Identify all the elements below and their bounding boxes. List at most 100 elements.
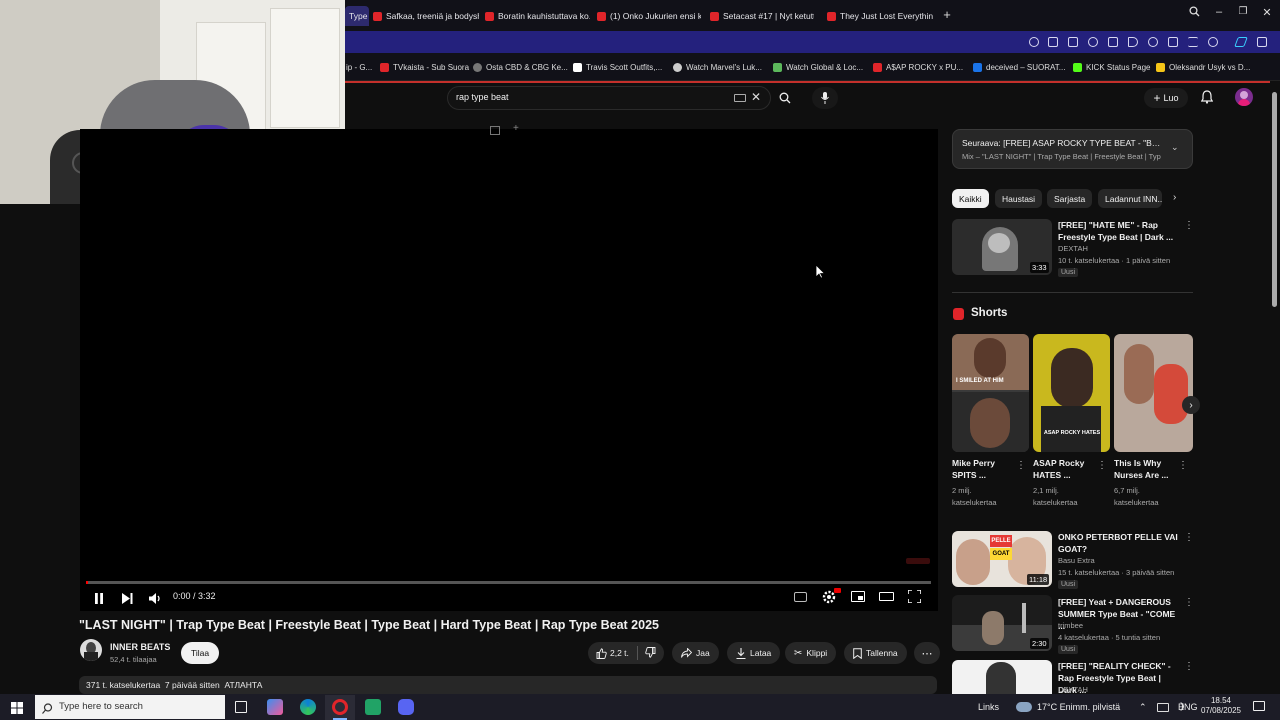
more-vert-icon[interactable]: ⋮ (1184, 220, 1194, 231)
task-view-icon[interactable] (235, 701, 247, 713)
chevron-down-icon[interactable]: ⌄ (1171, 142, 1179, 153)
theater-mode-icon[interactable] (879, 592, 894, 601)
channel-name[interactable]: trimbee (1058, 621, 1083, 630)
zoom-icon[interactable] (1029, 37, 1039, 47)
search-icon[interactable] (779, 91, 791, 109)
bookmark-item[interactable]: Oleksandr Usyk vs D... (1156, 63, 1250, 72)
bookmark-item[interactable]: KICK Status Page (1073, 63, 1150, 72)
close-window-icon[interactable]: ✕ (1260, 6, 1274, 19)
voice-search-button[interactable] (812, 87, 838, 109)
language-indicator[interactable]: ENG (1178, 702, 1198, 712)
download-button[interactable]: Lataa (727, 642, 781, 664)
more-vert-icon[interactable]: ⋮ (1184, 597, 1194, 608)
copilot-icon[interactable] (267, 699, 283, 715)
video-title[interactable]: [FREE] "HATE ME" - Rap Freestyle Type Be… (1058, 219, 1178, 243)
chip-all[interactable]: Kaikki (952, 189, 989, 208)
bookmark-item[interactable]: Watch Global & Loc... (773, 63, 863, 72)
dislike-button[interactable] (645, 646, 656, 660)
tab-setacast[interactable]: Setacast #17 | Nyt ketuttaa (710, 6, 814, 26)
up-next-card[interactable] (952, 129, 1193, 169)
short-title[interactable]: ASAP Rocky HATES ... (1033, 457, 1095, 481)
scrollbar-thumb[interactable] (1272, 92, 1277, 307)
channel-name[interactable]: DEXTAH (1058, 244, 1088, 253)
sidebar-icon[interactable] (1257, 37, 1267, 47)
spreadsheet-icon[interactable] (365, 699, 381, 715)
notifications-bell-icon[interactable] (1200, 90, 1214, 109)
heart-icon[interactable] (1148, 37, 1158, 47)
short-thumbnail[interactable]: I SMILED AT HIM (952, 334, 1029, 452)
video-title[interactable]: ONKO PETERBOT PELLE VAI GOAT? (1058, 531, 1180, 555)
next-icon[interactable] (122, 591, 133, 609)
tab-active[interactable]: Type (345, 6, 369, 26)
shorts-next-button[interactable]: › (1182, 396, 1200, 414)
discord-icon[interactable] (398, 699, 414, 715)
create-button[interactable]: + Luo (1144, 88, 1188, 108)
share-button[interactable]: Jaa (672, 642, 719, 664)
tab-boratin[interactable]: Boratin kauhistuttava ko... (485, 6, 590, 26)
search-tabs-icon[interactable] (1187, 6, 1201, 20)
links-toolbar[interactable]: Links (978, 702, 999, 712)
shield-icon[interactable] (1088, 37, 1098, 47)
short-title[interactable]: This Is Why Nurses Are ... (1114, 457, 1176, 481)
more-vert-icon[interactable]: ⋮ (1016, 460, 1026, 471)
short-thumbnail[interactable] (1114, 334, 1193, 452)
download-icon[interactable] (1168, 37, 1178, 47)
tab-jukurien[interactable]: (1) Onko Jukurien ensi ka... (597, 6, 701, 26)
tab-lost-everything[interactable]: They Just Lost Everything (827, 6, 933, 26)
avatar[interactable] (1235, 88, 1253, 106)
camera-icon[interactable] (1068, 37, 1078, 47)
bookmark-item[interactable]: ip - G... (346, 63, 372, 72)
miniplayer-icon[interactable] (851, 591, 865, 602)
fullscreen-icon[interactable] (907, 589, 922, 608)
add-icon[interactable]: + (513, 123, 519, 134)
more-actions-button[interactable]: ⋯ (914, 642, 940, 664)
subtitles-icon[interactable] (794, 592, 807, 602)
taskbar-item-active[interactable] (325, 695, 355, 720)
progress-bar[interactable] (86, 581, 931, 584)
menu-icon[interactable] (1188, 37, 1198, 47)
weather-text[interactable]: 17°C Enimm. pilvistä (1037, 702, 1120, 712)
playlist-icon[interactable] (490, 126, 500, 135)
save-button[interactable]: Tallenna (844, 642, 907, 664)
bookmark-item[interactable]: Watch Marvel's Luk... (673, 63, 762, 72)
send-icon[interactable] (1128, 37, 1138, 47)
notification-center-icon[interactable] (1253, 701, 1265, 711)
video-player[interactable] (80, 129, 938, 611)
bookmark-item[interactable]: Osta CBD & CBG Ke... (473, 63, 568, 72)
chip-series[interactable]: Sarjasta (1047, 189, 1093, 208)
like-button[interactable]: 2,2 t. (596, 647, 629, 659)
more-vert-icon[interactable]: ⋮ (1097, 460, 1107, 471)
extension-icon[interactable] (1108, 37, 1118, 47)
new-tab-button[interactable]: + (940, 7, 954, 22)
channel-name[interactable]: Basu Extra (1058, 556, 1095, 565)
bookmark-item[interactable]: TVkaista - Sub Suora (380, 63, 469, 72)
bookmark-item[interactable]: Travis Scott Outfits,... (573, 63, 662, 72)
edge-icon[interactable] (300, 699, 316, 715)
subscribe-button[interactable]: Tilaa (181, 642, 219, 664)
more-vert-icon[interactable]: ⋮ (1184, 532, 1194, 543)
windows-start-icon[interactable] (11, 701, 23, 719)
bookmark-item[interactable]: A$AP ROCKY x PU... (873, 63, 963, 72)
chevron-up-icon[interactable]: ⌃ (1139, 702, 1147, 713)
channel-name[interactable]: DEXTAH (1058, 685, 1088, 694)
profile-icon[interactable] (1208, 37, 1218, 47)
edit-icon[interactable] (1048, 37, 1058, 47)
maximize-icon[interactable]: ❐ (1236, 6, 1250, 17)
clear-search-icon[interactable]: ✕ (751, 90, 761, 104)
network-icon[interactable] (1157, 703, 1169, 712)
short-thumbnail[interactable]: ASAP ROCKY HATES (1033, 334, 1110, 452)
chevron-right-icon[interactable]: › (1173, 192, 1176, 203)
volume-icon[interactable] (149, 591, 162, 609)
tab-safkaa[interactable]: Safkaa, treeniä ja bodyshop (373, 6, 479, 26)
channel-name[interactable]: INNER BEATS (110, 642, 170, 652)
keyboard-icon[interactable] (734, 94, 746, 102)
clip-button[interactable]: ✂ Klippi (785, 642, 837, 664)
clock[interactable]: 18.54 07/08/2025 (1196, 696, 1246, 715)
more-vert-icon[interactable]: ⋮ (1184, 661, 1194, 672)
video-thumbnail[interactable] (952, 660, 1052, 694)
bookmark-item[interactable]: deceived – SUORAT... (973, 63, 1065, 72)
chip-uploaded-by[interactable]: Ladannut INN... (1098, 189, 1162, 208)
pause-icon[interactable] (94, 591, 104, 609)
short-title[interactable]: Mike Perry SPITS ... (952, 457, 1014, 481)
channel-avatar[interactable] (80, 639, 102, 661)
